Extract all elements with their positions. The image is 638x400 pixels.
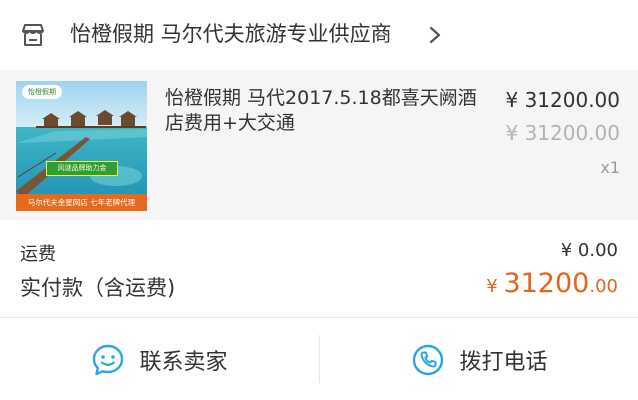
- contact-seller-button[interactable]: 联系卖家: [0, 319, 319, 400]
- shipping-label: 运费: [20, 244, 56, 265]
- shop-header[interactable]: 怡橙假期 马尔代夫旅游专业供应商: [0, 0, 638, 70]
- item-original-price: ¥ 31200.00: [505, 121, 620, 145]
- total-integer: 31200: [503, 268, 590, 299]
- chat-icon: [93, 344, 124, 375]
- order-summary: 运费 ¥ 0.00 实付款（含运费) ¥ 31200.00: [0, 220, 638, 318]
- thumbnail-caption: 马尔代夫金星网店 七年老牌代理: [16, 194, 147, 211]
- order-item[interactable]: 怡橙假期 风谜品牌助力金 马尔代夫金星网店 七年老牌代理 怡橙假期 马代2017…: [0, 70, 638, 220]
- call-phone-label: 拨打电话: [459, 349, 548, 375]
- call-phone-button[interactable]: 拨打电话: [320, 319, 638, 400]
- shop-name[interactable]: 怡橙假期 马尔代夫旅游专业供应商: [70, 20, 392, 48]
- item-quantity: x1: [600, 158, 620, 177]
- item-price: ¥ 31200.00: [505, 88, 620, 112]
- product-thumbnail[interactable]: 怡橙假期 风谜品牌助力金 马尔代夫金星网店 七年老牌代理: [16, 81, 147, 211]
- chevron-right-icon[interactable]: [428, 25, 442, 45]
- store-icon: [22, 24, 44, 46]
- total-currency: ¥: [486, 276, 504, 297]
- contact-seller-label: 联系卖家: [139, 349, 228, 375]
- total-value: ¥ 31200.00: [486, 268, 618, 299]
- item-title[interactable]: 怡橙假期 马代2017.5.18都喜天阙酒店费用+大交通: [165, 86, 495, 136]
- shipping-value: ¥ 0.00: [560, 240, 618, 261]
- resort-photo: [16, 81, 147, 211]
- phone-icon: [413, 344, 444, 375]
- total-decimal: .00: [589, 276, 618, 297]
- thumbnail-label: 风谜品牌助力金: [46, 161, 118, 176]
- thumbnail-badge: 怡橙假期: [22, 85, 62, 99]
- total-label: 实付款（含运费): [20, 276, 176, 300]
- action-bar: 联系卖家 拨打电话: [0, 319, 638, 400]
